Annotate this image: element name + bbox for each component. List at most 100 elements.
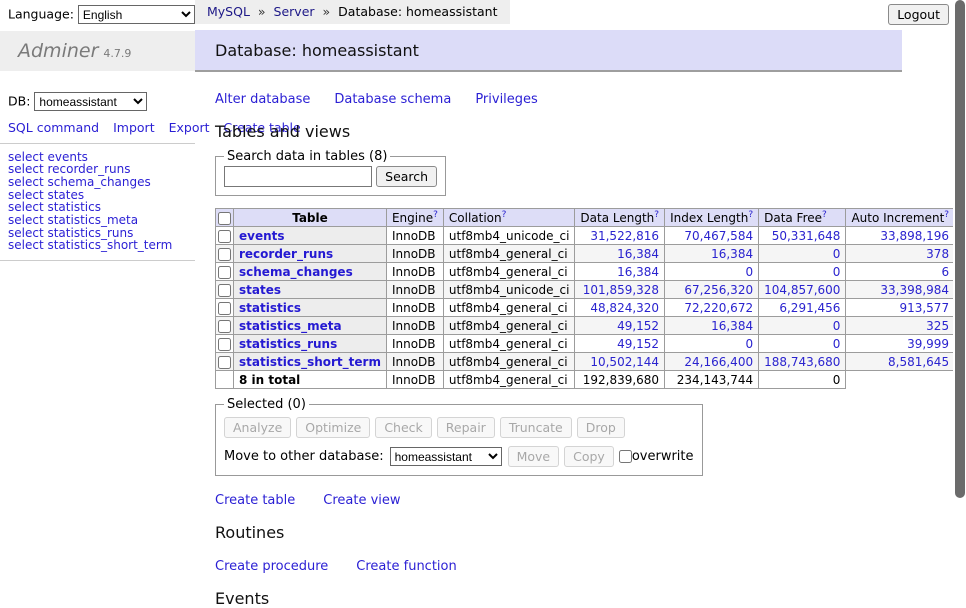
create-procedure-link[interactable]: Create procedure bbox=[215, 559, 328, 574]
create-view-link[interactable]: Create view bbox=[323, 493, 400, 508]
collation-cell: utf8mb4_general_ci bbox=[443, 335, 575, 353]
breadcrumb-server-link[interactable]: Server bbox=[274, 4, 315, 19]
row-checkbox-cell bbox=[216, 317, 234, 335]
row-checkbox[interactable] bbox=[218, 302, 231, 315]
table-name-cell: statistics_meta bbox=[234, 317, 387, 335]
row-checkbox[interactable] bbox=[218, 356, 231, 369]
row-checkbox-cell bbox=[216, 299, 234, 317]
data-length-cell: 16,384 bbox=[575, 263, 665, 281]
breadcrumb-mysql-link[interactable]: MySQL bbox=[207, 4, 250, 19]
table-row: schema_changesInnoDButf8mb4_general_ci16… bbox=[216, 263, 966, 281]
table-name-cell: statistics_runs bbox=[234, 335, 387, 353]
analyze-button[interactable]: Analyze bbox=[224, 417, 291, 438]
help-link[interactable]: ? bbox=[502, 210, 507, 220]
sidebar-divider-top bbox=[0, 143, 195, 144]
breadcrumb-current: Database: homeassistant bbox=[338, 4, 497, 19]
data-free-cell: 104,857,600 bbox=[759, 281, 846, 299]
data-length-cell: 49,152 bbox=[575, 335, 665, 353]
help-link[interactable]: ? bbox=[822, 210, 827, 220]
table-name-link[interactable]: statistics bbox=[239, 301, 301, 315]
engine-cell: InnoDB bbox=[386, 281, 443, 299]
create-function-link[interactable]: Create function bbox=[356, 559, 456, 574]
sidebar: Language:English Adminer4.7.9 DB:homeass… bbox=[0, 0, 195, 543]
logout-button[interactable]: Logout bbox=[888, 4, 949, 25]
total-data-length: 192,839,680 bbox=[575, 371, 665, 389]
sidebar-select-link[interactable]: select statistics_short_term bbox=[8, 238, 172, 252]
collation-cell: utf8mb4_unicode_ci bbox=[443, 227, 575, 245]
help-link[interactable]: ? bbox=[433, 210, 438, 220]
alter-database-link[interactable]: Alter database bbox=[215, 92, 310, 107]
check-button[interactable]: Check bbox=[375, 417, 431, 438]
auto-increment-cell: 378 bbox=[846, 245, 955, 263]
help-link[interactable]: ? bbox=[748, 210, 753, 220]
app-name: Adminer bbox=[18, 40, 98, 62]
help-link[interactable]: ? bbox=[654, 210, 659, 220]
scrollbar-thumb[interactable] bbox=[955, 0, 965, 498]
table-name-link[interactable]: recorder_runs bbox=[239, 247, 333, 261]
row-checkbox[interactable] bbox=[218, 320, 231, 333]
total-collation: utf8mb4_general_ci bbox=[443, 371, 575, 389]
data-free-cell: 0 bbox=[759, 245, 846, 263]
create-table-link[interactable]: Create table bbox=[215, 493, 295, 508]
privileges-link[interactable]: Privileges bbox=[475, 92, 538, 107]
table-name-link[interactable]: statistics_short_term bbox=[239, 355, 381, 369]
language-label: Language: bbox=[8, 7, 74, 22]
engine-cell: InnoDB bbox=[386, 335, 443, 353]
truncate-button[interactable]: Truncate bbox=[500, 417, 572, 438]
search-button[interactable]: Search bbox=[376, 166, 437, 187]
table-name-link[interactable]: statistics_runs bbox=[239, 337, 337, 351]
tables-heading: Tables and views bbox=[215, 122, 952, 141]
sql-command-link[interactable]: SQL command bbox=[8, 120, 99, 135]
language-select[interactable]: English bbox=[78, 5, 195, 24]
auto-increment-cell: 33,398,984 bbox=[846, 281, 955, 299]
row-checkbox-cell bbox=[216, 227, 234, 245]
table-row: statisticsInnoDButf8mb4_general_ci48,824… bbox=[216, 299, 966, 317]
collation-cell: utf8mb4_general_ci bbox=[443, 263, 575, 281]
index-length-cell: 0 bbox=[665, 335, 759, 353]
collation-cell: utf8mb4_general_ci bbox=[443, 299, 575, 317]
list-item: select statistics_short_term bbox=[8, 239, 195, 252]
data-free-cell: 50,331,648 bbox=[759, 227, 846, 245]
move-button[interactable]: Move bbox=[508, 446, 560, 467]
column-header: Data Free? bbox=[759, 209, 846, 227]
database-schema-link[interactable]: Database schema bbox=[334, 92, 451, 107]
repair-button[interactable]: Repair bbox=[437, 417, 495, 438]
table-name-link[interactable]: statistics_meta bbox=[239, 319, 342, 333]
copy-button[interactable]: Copy bbox=[564, 446, 614, 467]
selected-fieldset: Selected (0) AnalyzeOptimizeCheckRepairT… bbox=[215, 397, 703, 476]
import-link[interactable]: Import bbox=[113, 120, 155, 135]
drop-button[interactable]: Drop bbox=[577, 417, 625, 438]
engine-cell: InnoDB bbox=[386, 227, 443, 245]
search-input[interactable] bbox=[224, 166, 372, 187]
routine-links: Create procedure Create function bbox=[215, 559, 952, 574]
select-all-checkbox[interactable] bbox=[218, 212, 231, 225]
total-index-length: 234,143,744 bbox=[665, 371, 759, 389]
table-name-link[interactable]: events bbox=[239, 229, 285, 243]
data-length-cell: 49,152 bbox=[575, 317, 665, 335]
table-name-link[interactable]: schema_changes bbox=[239, 265, 353, 279]
db-select[interactable]: homeassistant bbox=[34, 92, 147, 111]
row-checkbox[interactable] bbox=[218, 230, 231, 243]
index-length-cell: 70,467,584 bbox=[665, 227, 759, 245]
row-checkbox[interactable] bbox=[218, 338, 231, 351]
main-content: MySQL » Server » Database: homeassistant… bbox=[195, 0, 952, 608]
breadcrumb: MySQL » Server » Database: homeassistant bbox=[195, 0, 510, 24]
index-length-cell: 24,166,400 bbox=[665, 353, 759, 371]
table-name-cell: schema_changes bbox=[234, 263, 387, 281]
row-checkbox[interactable] bbox=[218, 284, 231, 297]
help-link[interactable]: ? bbox=[944, 210, 949, 220]
row-checkbox[interactable] bbox=[218, 248, 231, 261]
table-name-cell: statistics_short_term bbox=[234, 353, 387, 371]
table-name-link[interactable]: states bbox=[239, 283, 281, 297]
app-logo: Adminer 4.7.9 bbox=[0, 31, 195, 71]
data-free-cell: 0 bbox=[759, 263, 846, 281]
total-data-free: 0 bbox=[759, 371, 846, 389]
row-checkbox[interactable] bbox=[218, 266, 231, 279]
move-db-select[interactable]: homeassistant bbox=[390, 447, 502, 466]
search-legend: Search data in tables (8) bbox=[224, 149, 390, 164]
scrollbar-track[interactable] bbox=[953, 0, 966, 543]
app-version: 4.7.9 bbox=[103, 47, 131, 60]
overwrite-checkbox[interactable] bbox=[619, 450, 632, 463]
database-actions: Alter database Database schema Privileges bbox=[215, 92, 952, 107]
optimize-button[interactable]: Optimize bbox=[296, 417, 370, 438]
